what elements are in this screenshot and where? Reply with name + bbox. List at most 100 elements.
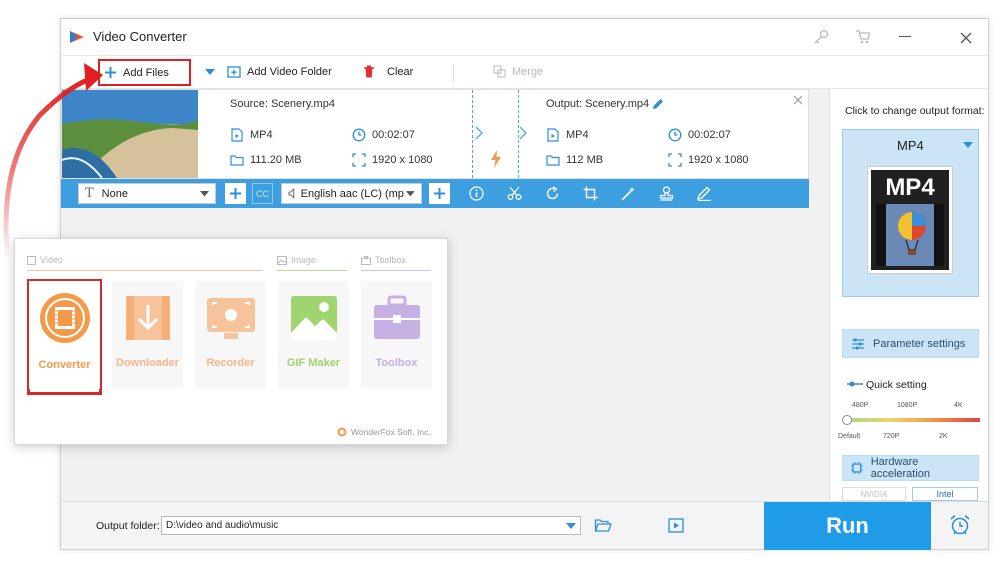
clear-button[interactable]: Clear	[363, 65, 413, 78]
add-subtitle-button[interactable]	[225, 183, 246, 204]
video-tab-icon	[27, 255, 36, 265]
sliders-icon	[852, 338, 864, 349]
quick-setting-icon	[847, 381, 863, 387]
output-format-selector[interactable]: MP4 MP4	[842, 129, 979, 297]
hardware-acceleration-label: Hardware acceleration	[870, 456, 931, 480]
window-title: Video Converter	[93, 29, 187, 44]
title-bar: Video Converter	[61, 19, 988, 55]
dashed-separator-left	[472, 90, 473, 178]
source-duration-value: 00:02:07	[372, 129, 415, 141]
toolbox-icon	[373, 295, 420, 339]
toolbox-tab-underline	[361, 270, 431, 271]
downloader-tile[interactable]: Downloader	[112, 281, 183, 389]
source-format: MP4	[230, 128, 273, 142]
remove-file-icon[interactable]	[793, 95, 803, 105]
recorder-tile[interactable]: Recorder	[195, 281, 266, 389]
rotate-icon[interactable]	[545, 186, 560, 201]
clear-label: Clear	[387, 65, 414, 78]
downloader-label: Downloader	[116, 357, 179, 369]
wonderfox-logo-icon	[337, 427, 347, 437]
crop-icon[interactable]	[583, 186, 598, 201]
edit-sign-icon[interactable]	[697, 186, 712, 201]
source-format-value: MP4	[250, 129, 273, 141]
clock-icon	[352, 128, 366, 142]
run-label: Run	[826, 513, 869, 538]
chip-icon	[851, 462, 863, 474]
folder-icon	[230, 155, 244, 166]
chevron-down-icon	[200, 190, 209, 196]
info-icon[interactable]	[469, 186, 484, 201]
tick-480p: 480P	[852, 402, 869, 409]
tab-toolbox[interactable]: Toolbox	[361, 255, 406, 265]
toolbox-tile[interactable]: Toolbox	[361, 281, 432, 389]
gif-maker-tile[interactable]: GIF Maker	[278, 281, 349, 389]
parameter-settings-label: Parameter settings	[873, 337, 966, 350]
tab-video[interactable]: Video	[27, 255, 63, 265]
mp4-thumbnail-panel: MP4	[871, 170, 949, 270]
format-hint-text: Click to change output format:	[845, 105, 985, 117]
output-resolution: 1920 x 1080	[668, 153, 749, 167]
source-size: 111.20 MB	[230, 153, 302, 167]
tick-default: Default	[838, 433, 861, 440]
quality-slider-thumb[interactable]	[842, 415, 852, 425]
toolbox-tab-icon	[361, 255, 371, 265]
parameter-settings-button[interactable]: Parameter settings	[842, 329, 979, 358]
folder-dropdown-icon	[566, 522, 576, 529]
arrow-right-icon-2	[519, 126, 527, 140]
file-card: Source: Scenery.mp4 MP4 00:02:07 111.20 …	[61, 89, 809, 179]
tab-video-label: Video	[40, 255, 63, 265]
video-tab-underline	[27, 270, 263, 271]
merge-button[interactable]: Merge	[493, 65, 543, 78]
mp4-format-thumbnail: MP4	[867, 166, 953, 274]
output-folder-path: D:\video and audio\music	[166, 520, 279, 531]
quick-setting-label: Quick setting	[866, 379, 927, 391]
source-duration: 00:02:07	[352, 128, 415, 142]
quality-slider-track[interactable]	[846, 418, 980, 422]
key-icon[interactable]	[813, 29, 829, 45]
hardware-acceleration-button[interactable]: Hardware acceleration	[842, 455, 979, 481]
alarm-clock-icon[interactable]	[949, 514, 971, 536]
open-folder-icon[interactable]	[594, 518, 612, 533]
add-files-dropdown-icon[interactable]	[205, 69, 215, 76]
clock-icon-out	[668, 128, 682, 142]
recorder-label: Recorder	[206, 357, 255, 369]
source-resolution-value: 1920 x 1080	[372, 154, 433, 166]
tab-image-label: Image	[291, 255, 317, 265]
add-audio-button[interactable]	[429, 183, 450, 204]
edit-pencil-icon[interactable]	[652, 98, 664, 110]
toolbar: Add Files Add Video Folder Clear Merge	[61, 55, 988, 89]
audio-track-select[interactable]: English aac (LC) (mp	[281, 183, 422, 204]
wonderfox-brand-label: WonderFox Soft, Inc.	[351, 427, 431, 437]
downloader-icon	[125, 296, 170, 340]
output-format: MP4	[546, 128, 589, 142]
folder-icon-out	[546, 155, 560, 166]
cart-icon[interactable]	[855, 29, 871, 45]
add-video-folder-button[interactable]: Add Video Folder	[227, 65, 332, 78]
minimize-icon[interactable]	[899, 36, 911, 37]
image-tab-underline	[277, 270, 347, 271]
video-file-icon	[231, 128, 243, 142]
action-bar: T None CC English aac (LC) (mp	[61, 179, 809, 208]
converter-tile[interactable]: Converter	[29, 281, 100, 389]
nvidia-option[interactable]: NVIDIA	[842, 487, 906, 501]
format-dropdown-icon	[963, 142, 973, 148]
output-folder-input[interactable]: D:\video and audio\music	[161, 516, 581, 535]
bottom-bar: Output folder: D:\video and audio\music …	[61, 501, 988, 550]
resolution-icon	[352, 153, 366, 167]
stamp-icon[interactable]	[659, 186, 674, 201]
tab-image[interactable]: Image	[277, 255, 316, 265]
output-format-value: MP4	[566, 129, 589, 141]
output-video-folder-icon[interactable]	[668, 518, 684, 533]
recorder-icon	[206, 298, 255, 339]
magic-wand-icon[interactable]	[621, 186, 636, 201]
folder-add-icon	[227, 66, 241, 78]
intel-option[interactable]: Intel	[912, 487, 978, 501]
close-icon[interactable]	[960, 32, 972, 44]
run-button[interactable]: Run	[764, 502, 931, 550]
scissors-icon[interactable]	[507, 186, 522, 201]
tab-toolbox-label: Toolbox	[375, 255, 407, 265]
cc-icon[interactable]: CC	[252, 183, 273, 204]
chevron-down-icon-audio	[406, 190, 415, 196]
intel-label: Intel	[936, 489, 954, 499]
trash-icon	[364, 65, 374, 78]
